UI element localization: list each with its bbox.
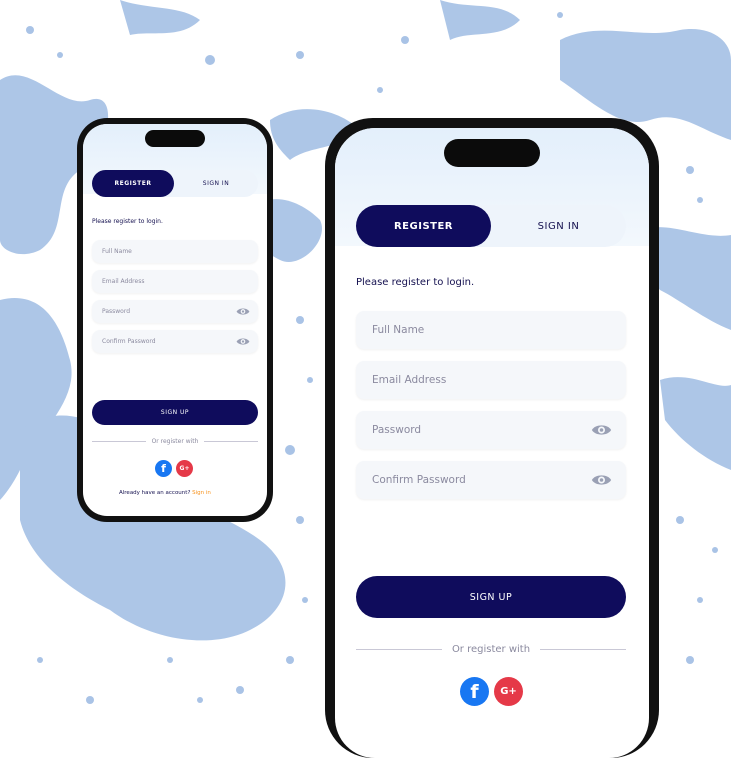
email-field[interactable]: Email Address	[356, 361, 626, 399]
password-placeholder: Password	[102, 308, 131, 315]
divider-line-left	[92, 440, 146, 442]
phone-screen: REGISTER SIGN IN Please register to logi…	[83, 124, 267, 516]
or-register-divider: Or register with	[92, 436, 258, 446]
google-plus-icon[interactable]: G+	[494, 677, 523, 706]
divider-line-right	[540, 648, 626, 650]
email-placeholder: Email Address	[102, 278, 145, 285]
phone-screen: REGISTER SIGN IN Please register to logi…	[335, 128, 649, 758]
full-name-placeholder: Full Name	[102, 248, 132, 255]
sign-in-link[interactable]: Sign in	[192, 490, 211, 496]
confirm-password-placeholder: Confirm Password	[372, 474, 466, 486]
or-register-label: Or register with	[151, 437, 199, 445]
divider-line-right	[204, 440, 258, 442]
auth-tab-bar: REGISTER SIGN IN	[92, 170, 258, 197]
or-register-divider: Or register with	[356, 642, 626, 656]
password-field[interactable]: Password	[356, 411, 626, 449]
eye-icon[interactable]	[236, 306, 250, 317]
eye-icon[interactable]	[591, 422, 612, 438]
dynamic-island	[145, 130, 205, 147]
phone-mockup-small: REGISTER SIGN IN Please register to logi…	[77, 118, 273, 522]
already-have-account: Already have an account? Sign in	[119, 490, 211, 496]
facebook-icon[interactable]: f	[460, 677, 489, 706]
email-field[interactable]: Email Address	[92, 270, 258, 293]
eye-icon[interactable]	[591, 472, 612, 488]
phone-mockup-large: REGISTER SIGN IN Please register to logi…	[325, 118, 659, 758]
register-prompt: Please register to login.	[356, 277, 475, 288]
auth-tab-bar: REGISTER SIGN IN	[356, 205, 626, 247]
tab-register[interactable]: REGISTER	[356, 205, 491, 247]
tab-register[interactable]: REGISTER	[92, 170, 174, 197]
google-plus-icon[interactable]: G+	[176, 460, 193, 477]
tab-signin[interactable]: SIGN IN	[491, 205, 626, 247]
sign-up-button[interactable]: SIGN UP	[356, 576, 626, 618]
confirm-password-field[interactable]: Confirm Password	[92, 330, 258, 353]
facebook-icon[interactable]: f	[155, 460, 172, 477]
full-name-field[interactable]: Full Name	[92, 240, 258, 263]
dynamic-island	[444, 139, 540, 167]
tab-signin[interactable]: SIGN IN	[174, 170, 258, 197]
divider-line-left	[356, 648, 442, 650]
password-placeholder: Password	[372, 424, 422, 436]
sign-up-button[interactable]: SIGN UP	[92, 400, 258, 425]
confirm-password-field[interactable]: Confirm Password	[356, 461, 626, 499]
confirm-password-placeholder: Confirm Password	[102, 338, 156, 345]
or-register-label: Or register with	[451, 643, 531, 655]
full-name-field[interactable]: Full Name	[356, 311, 626, 349]
email-placeholder: Email Address	[372, 374, 447, 386]
full-name-placeholder: Full Name	[372, 324, 425, 336]
already-text: Already have an account?	[119, 490, 191, 496]
password-field[interactable]: Password	[92, 300, 258, 323]
eye-icon[interactable]	[236, 336, 250, 347]
register-prompt: Please register to login.	[92, 218, 163, 225]
